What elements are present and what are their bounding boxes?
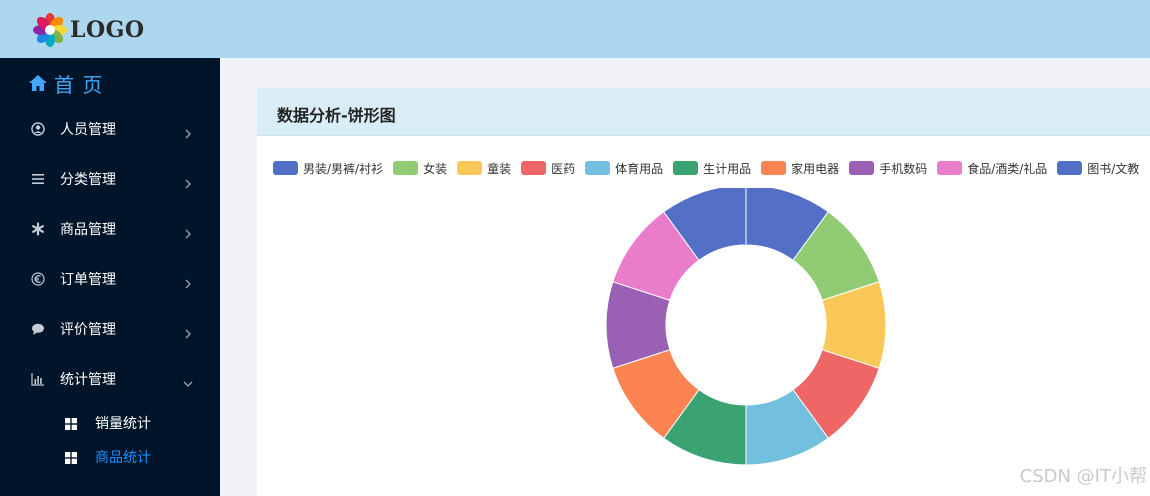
legend-item[interactable]: 童装: [457, 160, 511, 177]
legend-label: 男装/男裤/衬衫: [303, 161, 384, 176]
legend-item[interactable]: 家用电器: [761, 160, 839, 177]
home-icon: [29, 75, 47, 91]
sidebar-item-label: 评价管理: [60, 322, 116, 338]
chevron-right-icon: [183, 124, 193, 139]
legend-swatch: [457, 161, 483, 175]
legend-item[interactable]: 体育用品: [585, 160, 663, 177]
sidebar-home-label: 首 页: [54, 72, 104, 97]
sidebar: 首 页 人员管理 分类管理 商品管理 订单管理 评价管理 统计管理 销量统计 商…: [0, 58, 220, 496]
panel-header: 数据分析-饼形图: [257, 88, 1150, 136]
list-icon: [30, 171, 46, 187]
legend-label: 图书/文教: [1087, 161, 1140, 176]
sidebar-item-label: 分类管理: [60, 172, 116, 188]
legend-item[interactable]: 男装/男裤/衬衫: [273, 160, 383, 177]
logo-flower-icon: [33, 13, 67, 47]
euro-icon: [30, 271, 46, 287]
legend-swatch: [761, 161, 787, 175]
legend-swatch: [849, 161, 875, 175]
sidebar-item-label: 商品管理: [60, 222, 116, 238]
legend-swatch: [937, 161, 963, 175]
legend-item[interactable]: 女装: [393, 160, 447, 177]
panel-title: 数据分析-饼形图: [277, 106, 396, 125]
sidebar-item-products[interactable]: 商品管理: [0, 209, 220, 249]
legend-label: 童装: [487, 161, 512, 176]
sidebar-item-orders[interactable]: 订单管理: [0, 259, 220, 299]
legend-swatch: [393, 161, 419, 175]
legend-label: 手机数码: [879, 161, 928, 176]
grid-icon: [64, 450, 78, 464]
legend-label: 家用电器: [791, 161, 840, 176]
chevron-right-icon: [183, 274, 193, 289]
legend-swatch: [673, 161, 699, 175]
sidebar-item-label: 人员管理: [60, 122, 116, 138]
chevron-right-icon: [183, 324, 193, 339]
legend-swatch: [273, 161, 298, 175]
sidebar-item-label: 统计管理: [60, 372, 116, 388]
legend-item[interactable]: 手机数码: [849, 160, 927, 177]
asterisk-icon: [30, 221, 46, 237]
logo[interactable]: LOGO: [32, 12, 145, 48]
donut-chart: [605, 188, 887, 466]
legend-swatch: [585, 161, 611, 175]
sidebar-item-personnel[interactable]: 人员管理: [0, 109, 220, 149]
comment-icon: [30, 321, 46, 337]
user-circle-icon: [30, 121, 46, 137]
legend-item[interactable]: 食品/酒类/礼品: [937, 160, 1047, 177]
sidebar-item-category[interactable]: 分类管理: [0, 159, 220, 199]
sidebar-item-label: 订单管理: [60, 272, 116, 288]
chevron-right-icon: [183, 224, 193, 239]
bar-chart-icon: [30, 371, 46, 387]
grid-icon: [64, 416, 78, 430]
sidebar-subitem-sales-stats[interactable]: 销量统计: [0, 408, 220, 438]
legend-label: 女装: [423, 161, 448, 176]
legend-label: 体育用品: [615, 161, 664, 176]
sidebar-subitem-product-stats[interactable]: 商品统计: [0, 442, 220, 472]
sidebar-home[interactable]: 首 页: [28, 70, 104, 97]
watermark: CSDN @IT小帮: [1019, 466, 1147, 487]
top-header: LOGO: [0, 0, 1150, 58]
sidebar-item-reviews[interactable]: 评价管理: [0, 309, 220, 349]
legend-label: 生计用品: [703, 161, 752, 176]
legend-swatch: [1057, 161, 1083, 175]
chevron-down-icon: [183, 374, 193, 387]
chevron-right-icon: [183, 174, 193, 189]
chart-panel: 数据分析-饼形图 男装/男裤/衬衫 女装 童装 医药 体育用品 生计用品 家用电器 手机数码 食…: [257, 88, 1150, 496]
main-content: 数据分析-饼形图 男装/男裤/衬衫 女装 童装 医药 体育用品 生计用品 家用电器 手机数码 食…: [220, 58, 1150, 496]
sidebar-subitem-label: 商品统计: [95, 450, 151, 466]
chart-legend: 男装/男裤/衬衫 女装 童装 医药 体育用品 生计用品 家用电器 手机数码 食品/酒类/礼品 图书…: [273, 159, 1149, 177]
sidebar-subitem-label: 销量统计: [95, 416, 151, 432]
legend-item[interactable]: 医药: [521, 160, 575, 177]
logo-text: LOGO: [70, 17, 145, 43]
legend-item[interactable]: 生计用品: [673, 160, 751, 177]
legend-swatch: [521, 161, 547, 175]
legend-label: 医药: [551, 161, 576, 176]
sidebar-item-statistics[interactable]: 统计管理: [0, 359, 220, 399]
legend-item[interactable]: 图书/文教: [1057, 160, 1139, 177]
legend-label: 食品/酒类/礼品: [967, 161, 1048, 176]
